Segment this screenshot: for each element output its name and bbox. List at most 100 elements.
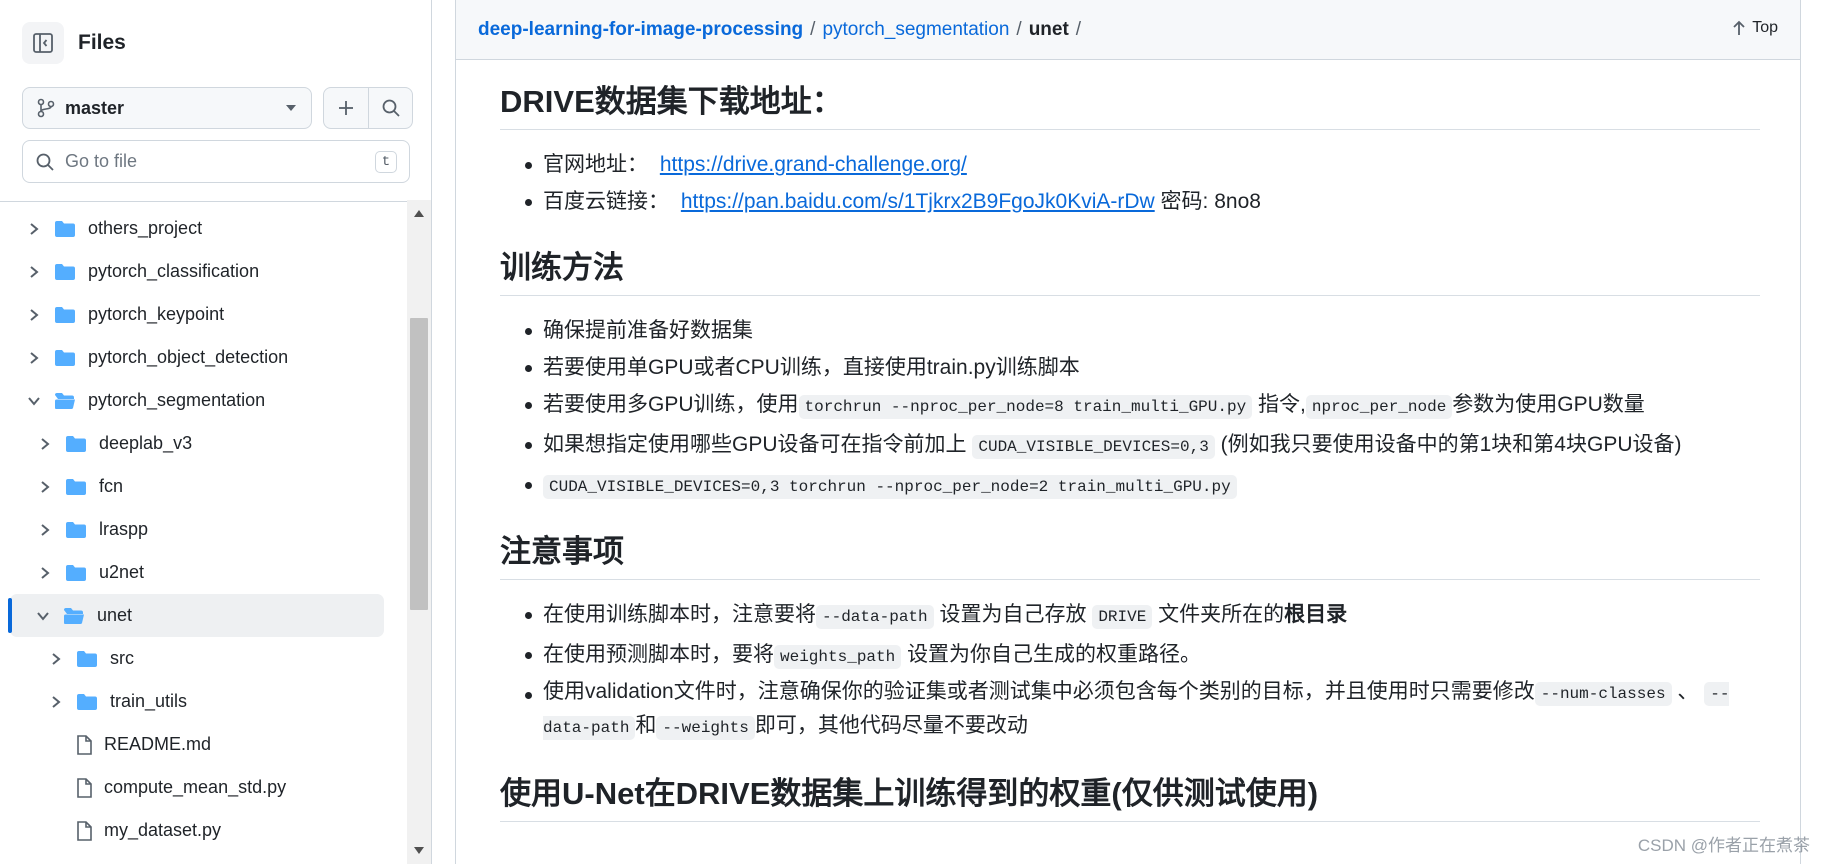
- breadcrumb-separator: /: [1075, 18, 1082, 40]
- tree-folder-lraspp[interactable]: lraspp: [0, 508, 406, 551]
- tree-file-readme-md[interactable]: README.md: [0, 723, 406, 766]
- tree-item-label: pytorch_segmentation: [88, 390, 266, 410]
- tree-file-compute-mean-std-py[interactable]: compute_mean_std.py: [0, 766, 406, 809]
- folder-icon: [55, 220, 75, 237]
- breadcrumb-repo-link[interactable]: deep-learning-for-image-processing: [478, 19, 803, 41]
- scroll-up-arrow-icon[interactable]: [414, 210, 424, 217]
- note-1-text: 在使用训练脚本时，注意要将: [543, 603, 816, 626]
- arrow-up-icon: [1733, 20, 1745, 35]
- collapse-sidebar-button[interactable]: [22, 22, 64, 64]
- tree-icon: [76, 693, 98, 711]
- file-tree: others_project pytorch_classificationpyto…: [0, 207, 406, 852]
- chevron-down-icon: [37, 611, 49, 621]
- file-actions-group: [323, 87, 413, 129]
- expand-toggle[interactable]: [46, 695, 66, 709]
- scroll-down-arrow-icon[interactable]: [414, 847, 424, 854]
- readme-panel: deep-learning-for-image-processing / pyt…: [455, 0, 1801, 864]
- expand-toggle[interactable]: [24, 351, 44, 365]
- tree-scrollbar[interactable]: [407, 200, 431, 864]
- scrollbar-thumb[interactable]: [410, 318, 428, 610]
- chevron-right-icon: [30, 222, 39, 235]
- shortcut-hint: t: [375, 150, 397, 173]
- folder-open-icon: [55, 392, 75, 409]
- tree-folder-fcn[interactable]: fcn: [0, 465, 406, 508]
- list-item: 如果想指定使用哪些GPU设备可在指令前加上 CUDA_VISIBLE_DEVIC…: [500, 426, 1760, 466]
- train-step-4-text: 如果想指定使用哪些GPU设备可在指令前加上: [543, 433, 967, 456]
- tree-item-label: u2net: [99, 562, 145, 582]
- tree-folder-pytorch-classification[interactable]: pytorch_classification: [0, 250, 406, 293]
- train-step-2: 若要使用单GPU或者CPU训练，直接使用train.py训练脚本: [543, 356, 1080, 379]
- tree-item-label: pytorch_classification: [88, 261, 260, 281]
- tree-icon: [54, 349, 76, 367]
- expand-toggle[interactable]: [24, 222, 44, 236]
- tree-folder-unet[interactable]: unet: [8, 594, 384, 637]
- chevron-right-icon: [52, 695, 61, 708]
- breadcrumb-separator: /: [1016, 18, 1022, 40]
- official-site-link[interactable]: https://drive.grand-challenge.org/: [660, 153, 967, 176]
- breadcrumb-folder-link[interactable]: pytorch_segmentation: [822, 19, 1009, 41]
- list-item: 确保提前准备好数据集: [500, 312, 1760, 349]
- branch-selector[interactable]: master: [22, 87, 312, 129]
- back-to-top-button[interactable]: Top: [1732, 19, 1778, 37]
- tree-folder-others-project[interactable]: others_project: [0, 207, 406, 250]
- expand-toggle[interactable]: [33, 611, 53, 621]
- note-1-text: 设置为自己存放: [939, 603, 1087, 626]
- baidu-pan-link[interactable]: https://pan.baidu.com/s/1Tjkrx2B9FgoJk0K…: [681, 190, 1155, 213]
- tree-icon: [65, 478, 87, 496]
- tree-item-label: others_project: [88, 218, 203, 238]
- note-3-text: 和: [635, 714, 657, 737]
- tree-item-label: pytorch_keypoint: [88, 304, 225, 324]
- num-classes-code: --num-classes: [1534, 682, 1672, 706]
- tree-item-label: deeplab_v3: [99, 433, 193, 453]
- tree-icon: [54, 263, 76, 281]
- tree-folder-pytorch-segmentation[interactable]: pytorch_segmentation: [0, 379, 406, 422]
- folder-open-icon: [64, 607, 84, 624]
- expand-toggle[interactable]: [35, 523, 55, 537]
- tree-file-my-dataset-py[interactable]: my_dataset.py: [0, 809, 406, 852]
- weights-code: --weights: [656, 716, 755, 740]
- baidu-password: 密码: 8no8: [1160, 190, 1261, 213]
- tree-item-label: unet: [97, 605, 133, 625]
- readme-content: DRIVE数据集下载地址： 官网地址： https://drive.grand-…: [500, 60, 1760, 822]
- list-item: 使用validation文件时，注意确保你的验证集或者测试集中必须包含每个类别的…: [500, 676, 1760, 744]
- expand-toggle[interactable]: [24, 265, 44, 279]
- search-icon: [36, 153, 54, 171]
- folder-icon: [55, 263, 75, 280]
- tree-icon: [76, 820, 92, 841]
- tree-folder-pytorch-object-detection[interactable]: pytorch_object_detection: [0, 336, 406, 379]
- tree-folder-src[interactable]: src: [0, 637, 406, 680]
- tree-item-label: my_dataset.py: [104, 820, 222, 840]
- expand-toggle[interactable]: [24, 396, 44, 406]
- note-3-text: 使用validation文件时，注意确保你的验证集或者测试集中必须包含每个类别的…: [543, 680, 1535, 703]
- train-step-1: 确保提前准备好数据集: [543, 319, 753, 342]
- torchrun-command-code: torchrun --nproc_per_node=8 train_multi_…: [798, 395, 1253, 419]
- expand-toggle[interactable]: [35, 480, 55, 494]
- expand-toggle[interactable]: [35, 437, 55, 451]
- full-command-code: CUDA_VISIBLE_DEVICES=0,3 torchrun --npro…: [543, 475, 1237, 499]
- tree-folder-u2net[interactable]: u2net: [0, 551, 406, 594]
- sidebar-title: Files: [78, 31, 126, 54]
- weights-path-code: weights_path: [774, 645, 902, 669]
- train-step-3-text: 参数为使用GPU数量: [1452, 393, 1645, 416]
- expand-toggle[interactable]: [35, 566, 55, 580]
- expand-toggle[interactable]: [46, 652, 66, 666]
- go-to-file-input[interactable]: [65, 151, 375, 172]
- chevron-right-icon: [41, 523, 50, 536]
- train-step-3-text: 指令,: [1258, 393, 1306, 416]
- folder-icon: [77, 650, 97, 667]
- chevron-right-icon: [52, 652, 61, 665]
- add-file-button[interactable]: [324, 88, 368, 128]
- tree-folder-train-utils[interactable]: train_utils: [0, 680, 406, 723]
- drive-folder-code: DRIVE: [1092, 605, 1153, 629]
- tree-folder-pytorch-keypoint[interactable]: pytorch_keypoint: [0, 293, 406, 336]
- breadcrumb-current: unet: [1028, 18, 1069, 40]
- note-3-text: 、: [1677, 680, 1699, 703]
- go-to-file-box[interactable]: t: [22, 140, 410, 183]
- caret-down-icon: [286, 105, 296, 111]
- expand-toggle[interactable]: [24, 308, 44, 322]
- official-site-label: 官网地址：: [543, 153, 648, 176]
- search-code-button[interactable]: [368, 88, 412, 128]
- list-item: 在使用训练脚本时，注意要将 --data-path 设置为自己存放 DRIVE 文…: [500, 596, 1760, 636]
- tree-folder-deeplab-v3[interactable]: deeplab_v3: [0, 422, 406, 465]
- drive-links-list: 官网地址： https://drive.grand-challenge.org/…: [500, 146, 1760, 220]
